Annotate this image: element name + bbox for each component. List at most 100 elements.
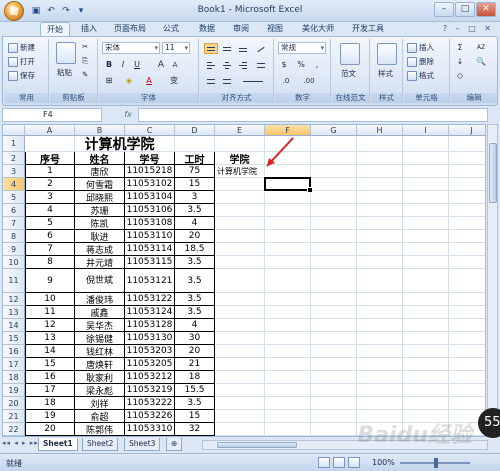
row-header[interactable]: 15 [3, 332, 25, 345]
open-button[interactable]: 打开 [8, 56, 35, 67]
grid-cell[interactable] [449, 319, 485, 332]
grid-cell[interactable] [449, 230, 485, 243]
table-cell[interactable]: 18.5 [175, 243, 215, 256]
grid-cell[interactable] [357, 165, 403, 178]
table-cell[interactable]: 倪世斌 [75, 269, 125, 293]
grid-cell[interactable] [449, 332, 485, 345]
grid-cell[interactable] [403, 152, 449, 165]
table-cell[interactable]: 11053316 [125, 436, 175, 437]
table-cell[interactable]: 20 [175, 230, 215, 243]
grid-cell[interactable] [449, 136, 485, 152]
grid-cell[interactable] [449, 371, 485, 384]
tab-insert[interactable]: 插入 [76, 22, 102, 36]
table-cell[interactable]: 20 [175, 345, 215, 358]
grid-cell[interactable] [75, 436, 125, 437]
grid-cell[interactable] [357, 358, 403, 371]
grid-cell[interactable] [311, 269, 357, 293]
insert-cells-button[interactable]: 插入 [407, 42, 434, 53]
table-cell[interactable]: 16 [25, 371, 75, 384]
grid-cell[interactable] [265, 358, 311, 371]
grid-cell[interactable] [449, 152, 485, 165]
formula-input[interactable] [138, 108, 488, 122]
grid-cell[interactable] [311, 191, 357, 204]
grid-cell[interactable] [357, 345, 403, 358]
table-cell[interactable]: 11053121 [125, 269, 175, 293]
table-cell[interactable]: 陈凯 [75, 217, 125, 230]
grid-cell[interactable] [215, 243, 265, 256]
decrease-indent-button[interactable] [204, 75, 218, 86]
grid-cell[interactable] [311, 384, 357, 397]
table-cell[interactable]: 11053226 [125, 410, 175, 423]
grid-cell[interactable] [449, 293, 485, 306]
table-cell[interactable]: 4 [175, 319, 215, 332]
grid-cell[interactable] [357, 256, 403, 269]
grid-cell[interactable] [357, 319, 403, 332]
grid-cell[interactable] [403, 384, 449, 397]
format-cells-button[interactable]: 格式 [407, 70, 434, 81]
close-button[interactable]: ✕ [476, 2, 496, 17]
row-header[interactable]: 14 [3, 319, 25, 332]
insert-function-icon[interactable]: fx [120, 108, 136, 122]
grid-cell[interactable] [265, 306, 311, 319]
orientation-button[interactable] [254, 43, 268, 54]
grid-cell[interactable] [403, 165, 449, 178]
grid-cell[interactable] [265, 191, 311, 204]
grid-cell[interactable] [311, 306, 357, 319]
row-header[interactable]: 13 [3, 306, 25, 319]
column-header[interactable]: A [25, 125, 75, 136]
underline-button[interactable]: U [131, 59, 143, 71]
grid-cell[interactable] [357, 178, 403, 191]
zoom-level[interactable]: 100% [372, 458, 395, 467]
normal-view-icon[interactable] [318, 457, 330, 468]
minimize-button[interactable]: – [434, 2, 454, 17]
grid-cell[interactable] [125, 436, 175, 437]
tab-review[interactable]: 审阅 [228, 22, 254, 36]
table-cell[interactable]: 9 [25, 269, 75, 293]
align-left-button[interactable] [204, 59, 218, 70]
table-header[interactable]: 工时 [175, 152, 215, 166]
grid-cell[interactable] [357, 306, 403, 319]
table-cell[interactable]: 15.5 [175, 384, 215, 397]
table-cell[interactable]: 18 [175, 371, 215, 384]
select-all-corner[interactable] [3, 125, 25, 136]
table-cell[interactable]: 3.5 [175, 256, 215, 269]
tab-data[interactable]: 数据 [194, 22, 220, 36]
cut-icon[interactable]: ✂ [82, 42, 88, 51]
table-cell[interactable]: 12 [25, 319, 75, 332]
table-cell[interactable]: 18 [25, 397, 75, 410]
wrap-text-button[interactable] [254, 59, 268, 70]
styles-button[interactable]: 样式 [378, 68, 393, 79]
grid-cell[interactable] [449, 269, 485, 293]
table-cell[interactable]: 3.5 [175, 204, 215, 217]
grid-cell[interactable] [265, 410, 311, 423]
grow-font-button[interactable]: A [155, 59, 167, 71]
table-cell[interactable]: 11053219 [125, 384, 175, 397]
row-header[interactable]: 18 [3, 371, 25, 384]
fill-color-icon[interactable]: ◈ [123, 75, 135, 87]
copy-icon[interactable]: ⎘ [82, 56, 88, 66]
row-header[interactable]: 9 [3, 243, 25, 256]
table-cell[interactable]: 11053115 [125, 256, 175, 269]
sheet-tab-1[interactable]: Sheet1 [38, 438, 78, 451]
grid-cell[interactable] [357, 191, 403, 204]
table-cell[interactable]: 11015218 [125, 165, 175, 178]
font-color-button[interactable]: A [143, 75, 155, 87]
format-painter-icon[interactable]: ✎ [82, 70, 88, 79]
grid-cell[interactable] [265, 293, 311, 306]
table-cell[interactable]: 俞超 [75, 410, 125, 423]
row-header[interactable]: 20 [3, 397, 25, 410]
clear-button[interactable]: ◇ [454, 70, 466, 82]
grid-cell[interactable] [311, 358, 357, 371]
grid-cell[interactable] [449, 256, 485, 269]
grid-cell[interactable] [215, 293, 265, 306]
table-cell[interactable]: 11053130 [125, 332, 175, 345]
row-header[interactable]: 7 [3, 217, 25, 230]
table-cell[interactable]: 3.5 [175, 293, 215, 306]
align-center-button[interactable] [220, 59, 234, 70]
row-header[interactable]: 11 [3, 269, 25, 293]
grid-cell[interactable] [403, 319, 449, 332]
grid-cell[interactable] [449, 397, 485, 410]
grid-cell[interactable] [357, 293, 403, 306]
grid-cell[interactable] [403, 345, 449, 358]
grid-cell[interactable] [403, 217, 449, 230]
